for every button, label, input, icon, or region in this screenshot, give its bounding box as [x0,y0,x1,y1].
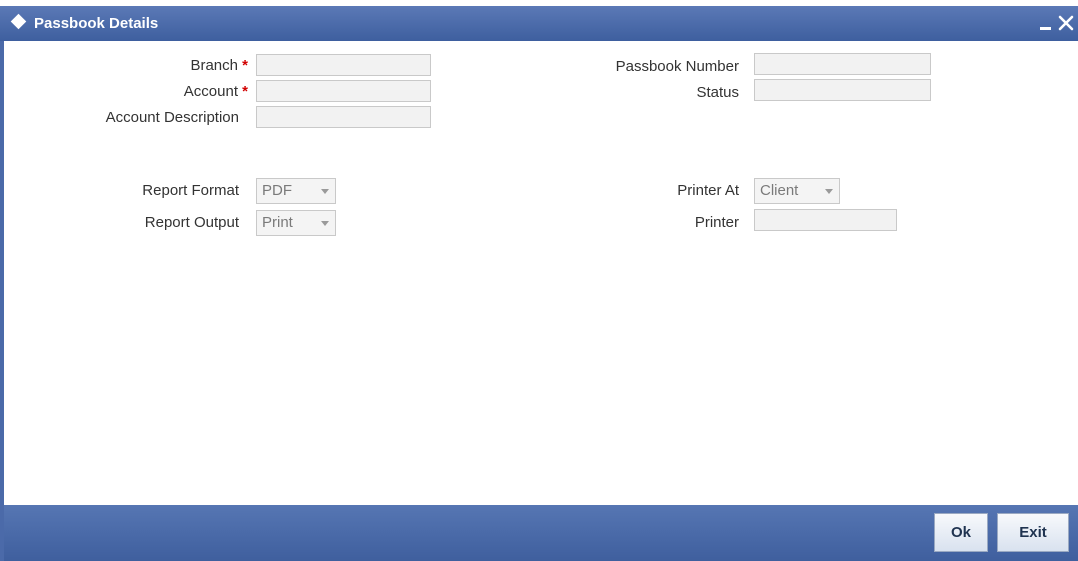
account-description-label: Account Description [105,109,239,126]
report-format-label: Report Format [142,182,239,199]
branch-label-text: Branch [190,57,238,74]
account-required-marker: * [242,83,248,100]
account-label: Account * [184,83,248,100]
minimize-icon[interactable] [1040,27,1051,30]
chevron-down-icon [825,189,833,194]
branch-required-marker: * [242,57,248,74]
printer-label: Printer [694,214,739,231]
branch-field[interactable] [256,54,431,76]
chevron-down-icon [321,189,329,194]
chevron-down-icon [321,221,329,226]
passbook-details-window: Passbook Details Branch * Account * Acco… [0,0,1078,561]
ok-button[interactable]: Ok [934,513,988,552]
branch-label: Branch * [190,57,248,74]
status-field[interactable] [754,79,931,101]
printer-field[interactable] [754,209,897,231]
printer-at-label: Printer At [677,182,739,199]
printer-at-value: Client [760,182,799,199]
status-label: Status [696,84,739,101]
printer-at-select[interactable]: Client [754,178,840,204]
report-output-label: Report Output [144,214,239,231]
report-format-value: PDF [262,182,292,199]
report-output-value: Print [262,214,293,231]
footer-bar [4,505,1078,561]
passbook-number-label: Passbook Number [615,58,739,75]
window-left-border [0,41,4,561]
report-output-select[interactable]: Print [256,210,336,236]
title-bar: Passbook Details [0,6,1078,41]
close-icon[interactable] [1056,12,1076,34]
account-field[interactable] [256,80,431,102]
diamond-icon [10,13,27,30]
account-label-text: Account [183,83,238,100]
window-title: Passbook Details [34,15,159,32]
report-format-select[interactable]: PDF [256,178,336,204]
exit-button[interactable]: Exit [997,513,1069,552]
passbook-number-field[interactable] [754,53,931,75]
account-description-field[interactable] [256,106,431,128]
